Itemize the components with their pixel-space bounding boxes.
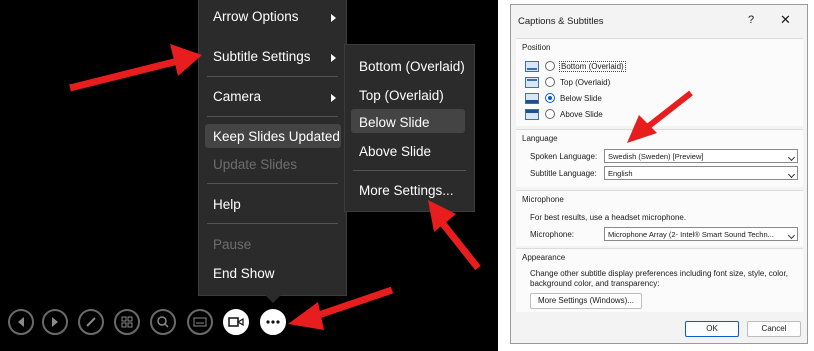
subtitle-language-label: Subtitle Language: xyxy=(530,169,597,178)
spoken-language-label: Spoken Language: xyxy=(530,152,598,161)
submenu-item-top-overlaid[interactable]: Top (Overlaid) xyxy=(359,88,444,103)
menu-item-pause: Pause xyxy=(213,237,252,252)
position-option-below-slide[interactable]: Below Slide xyxy=(525,92,602,104)
menu-item-arrow-options[interactable]: Arrow Options xyxy=(213,9,299,24)
microphone-section: Microphone For best results, use a heads… xyxy=(516,190,803,246)
subtitles-button[interactable] xyxy=(187,309,213,335)
radio-bottom-overlaid[interactable] xyxy=(545,61,555,71)
radio-below-slide[interactable] xyxy=(545,93,555,103)
microphone-select[interactable]: Microphone Array (2- Intel® Smart Sound … xyxy=(604,227,798,241)
subtitle-language-value: English xyxy=(608,169,633,178)
menu-item-keep-slides-updated[interactable]: Keep Slides Updated xyxy=(213,129,340,144)
chevron-right-icon xyxy=(331,94,336,102)
chevron-right-icon xyxy=(331,14,336,22)
radio-label: Bottom (Overlaid) xyxy=(559,60,626,72)
position-option-bottom-overlaid[interactable]: Bottom (Overlaid) xyxy=(525,60,626,72)
slideshow-view: Arrow Options Subtitle Settings Camera K… xyxy=(0,0,498,351)
chevron-down-icon xyxy=(787,153,796,162)
position-below-icon xyxy=(525,92,539,104)
submenu-item-below-slide[interactable]: Below Slide xyxy=(359,115,430,130)
microphone-heading: Microphone xyxy=(522,195,564,204)
annotation-arrow xyxy=(288,286,394,330)
menu-divider xyxy=(207,223,338,224)
microphone-label: Microphone: xyxy=(530,230,575,239)
menu-item-camera[interactable]: Camera xyxy=(213,89,261,104)
position-option-above-slide[interactable]: Above Slide xyxy=(525,108,603,120)
appearance-description: Change other subtitle display preference… xyxy=(530,269,788,288)
ok-button[interactable]: OK xyxy=(685,321,739,337)
dialog-title: Captions & Subtitles xyxy=(518,16,604,27)
spoken-language-value: Swedish (Sweden) [Preview] xyxy=(608,152,704,161)
menu-item-update-slides: Update Slides xyxy=(213,157,298,172)
chevron-down-icon xyxy=(787,231,796,240)
menu-item-help[interactable]: Help xyxy=(213,197,241,212)
zoom-button[interactable] xyxy=(150,309,176,335)
submenu-item-above-slide[interactable]: Above Slide xyxy=(359,144,431,159)
position-above-icon xyxy=(525,108,539,120)
position-heading: Position xyxy=(522,43,551,52)
radio-top-overlaid[interactable] xyxy=(545,77,555,87)
radio-label: Above Slide xyxy=(560,109,603,119)
captions-subtitles-dialog: Captions & Subtitles ? ✕ Position Bottom… xyxy=(510,4,808,344)
slideshow-context-menu: Arrow Options Subtitle Settings Camera K… xyxy=(198,0,347,296)
microphone-hint: For best results, use a headset micropho… xyxy=(530,213,687,222)
video-camera-icon xyxy=(228,317,244,327)
microphone-value: Microphone Array (2- Intel® Smart Sound … xyxy=(608,230,774,239)
menu-divider xyxy=(207,183,338,184)
previous-slide-button[interactable] xyxy=(8,309,34,335)
subtitle-settings-submenu: Bottom (Overlaid) Top (Overlaid) Below S… xyxy=(344,44,475,212)
menu-pointer xyxy=(265,295,281,303)
menu-divider xyxy=(207,76,338,77)
see-all-slides-button[interactable] xyxy=(114,309,140,335)
arrow-right-icon xyxy=(52,317,58,327)
menu-divider xyxy=(353,170,466,171)
menu-item-end-show[interactable]: End Show xyxy=(213,266,275,281)
submenu-item-bottom-overlaid[interactable]: Bottom (Overlaid) xyxy=(359,59,465,74)
menu-item-subtitle-settings[interactable]: Subtitle Settings xyxy=(213,49,311,64)
subtitles-icon xyxy=(193,317,207,327)
next-slide-button[interactable] xyxy=(42,309,68,335)
radio-label: Below Slide xyxy=(560,93,602,103)
annotation-arrow xyxy=(428,200,481,271)
radio-above-slide[interactable] xyxy=(545,109,555,119)
pen-icon xyxy=(86,317,96,327)
grid-icon xyxy=(121,316,133,328)
more-settings-windows-button[interactable]: More Settings (Windows)... xyxy=(530,293,642,309)
annotation-arrow xyxy=(69,44,202,92)
pen-tool-button[interactable] xyxy=(78,309,104,335)
ellipsis-icon xyxy=(266,320,280,324)
position-bottom-icon xyxy=(525,60,539,72)
position-top-icon xyxy=(525,76,539,88)
annotation-arrow xyxy=(627,90,693,143)
subtitle-language-select[interactable]: English xyxy=(604,166,798,180)
spoken-language-select[interactable]: Swedish (Sweden) [Preview] xyxy=(604,149,798,163)
radio-label: Top (Overlaid) xyxy=(560,77,611,87)
camera-button[interactable] xyxy=(223,309,249,335)
appearance-section: Appearance Change other subtitle display… xyxy=(516,248,803,312)
menu-divider xyxy=(207,116,338,117)
help-button[interactable]: ? xyxy=(748,14,754,26)
appearance-heading: Appearance xyxy=(522,253,566,262)
language-heading: Language xyxy=(522,134,558,143)
magnifier-icon xyxy=(157,316,169,328)
arrow-left-icon xyxy=(18,317,24,327)
chevron-down-icon xyxy=(787,170,796,179)
position-option-top-overlaid[interactable]: Top (Overlaid) xyxy=(525,76,610,88)
cancel-button[interactable]: Cancel xyxy=(747,321,801,337)
close-button[interactable]: ✕ xyxy=(780,12,791,28)
